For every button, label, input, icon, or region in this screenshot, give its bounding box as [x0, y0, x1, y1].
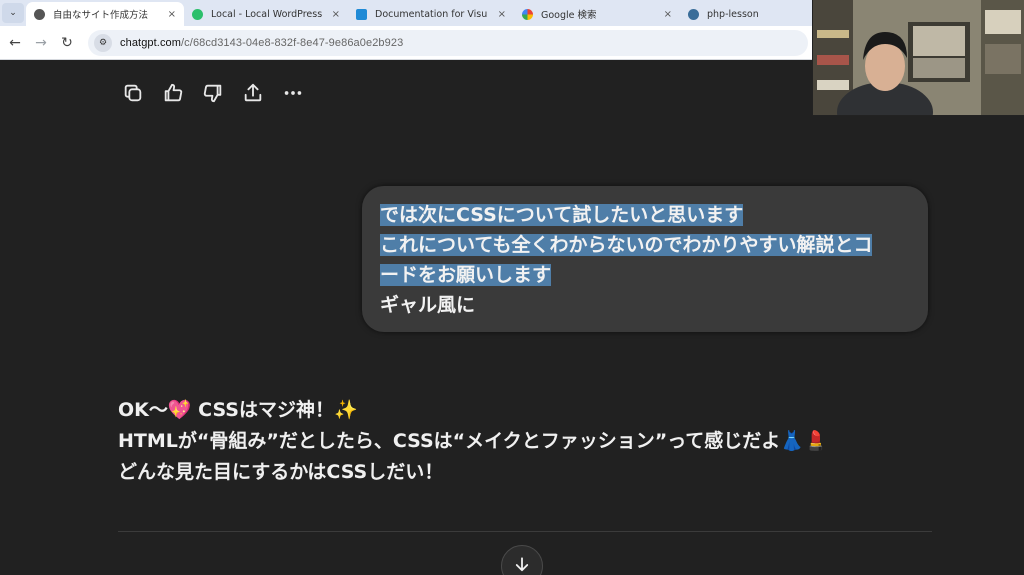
gear-favicon-icon: [34, 8, 45, 20]
share-icon: [244, 83, 262, 102]
copy-icon: [124, 84, 142, 102]
tab-label: 自由なサイト作成方法: [53, 10, 149, 21]
close-icon[interactable]: ×: [664, 9, 672, 20]
message-actions: [118, 80, 308, 106]
site-info-icon[interactable]: ⚙: [94, 33, 112, 52]
user-message-bubble: では次にCSSについて試したいと思います これについても全くわからないのでわかり…: [362, 186, 928, 332]
screen: { "browser": { "tabs": [ {"label": "自由なサ…: [0, 0, 1024, 575]
scroll-to-bottom-button[interactable]: [501, 545, 543, 575]
webcam-overlay: [812, 0, 1024, 116]
assistant-message-line: HTMLが“骨組み”だとしたら、CSSは“メイクとファッション”って感じだよ👗💄: [118, 430, 828, 452]
tab-2[interactable]: Local - Local WordPress ×: [184, 2, 348, 26]
arrow-right-icon: →: [35, 34, 47, 51]
assistant-message: OK〜💖 CSSはマジ神！✨ HTMLが“骨組み”だとしたら、CSSは“メイクと…: [118, 395, 828, 488]
close-icon[interactable]: ×: [332, 9, 340, 20]
divider: [118, 531, 932, 532]
assistant-message-line: OK〜💖 CSSはマジ神！✨: [118, 399, 358, 421]
back-button[interactable]: ←: [4, 32, 26, 54]
arrow-down-icon: [515, 557, 529, 572]
thumbs-down-button[interactable]: [198, 80, 228, 106]
tab-3[interactable]: Documentation for Visu ×: [348, 2, 514, 26]
close-icon[interactable]: ×: [168, 9, 176, 20]
local-favicon-icon: [192, 8, 203, 20]
thumbs-up-button[interactable]: [158, 80, 188, 106]
forward-button[interactable]: →: [30, 32, 52, 54]
reload-button[interactable]: ↻: [56, 32, 78, 54]
thumbs-down-icon: [203, 84, 222, 103]
url-path: /c/68cd3143-04e8-832f-8e47-9e86a0e2b923: [181, 36, 404, 49]
share-button[interactable]: [238, 80, 268, 106]
user-message-line: ードをお願いします: [380, 260, 910, 290]
user-message-line: これについても全くわからないのでわかりやすい解説とコ: [380, 230, 910, 260]
tab-label: Google 検索: [541, 10, 597, 21]
webcam-video-image: [813, 0, 1024, 115]
user-message-line: では次にCSSについて試したいと思います: [380, 200, 910, 230]
url-host: chatgpt.com: [120, 36, 182, 49]
tab-label: php-lesson: [707, 8, 759, 20]
reload-icon: ↻: [61, 34, 73, 51]
tab-search-button[interactable]: ⌄: [2, 3, 24, 23]
tab-label: Documentation for Visu: [375, 8, 488, 20]
vscode-favicon-icon: [356, 8, 367, 20]
tab-4[interactable]: Google 検索 ×: [514, 2, 680, 26]
selected-text: では次にCSSについて試したいと思います: [380, 204, 744, 226]
tab-5[interactable]: php-lesson: [680, 2, 800, 26]
selected-text: これについても全くわからないのでわかりやすい解説とコ: [380, 234, 873, 256]
thumbs-up-icon: [164, 83, 183, 102]
wordpress-favicon-icon: [688, 8, 699, 20]
more-button[interactable]: [278, 80, 308, 106]
google-favicon-icon: [522, 8, 533, 20]
tab-1[interactable]: 自由なサイト作成方法 ×: [26, 2, 184, 26]
more-icon: [284, 91, 302, 95]
url-text: chatgpt.com/c/68cd3143-04e8-832f-8e47-9e…: [120, 37, 403, 49]
copy-button[interactable]: [118, 80, 148, 106]
arrow-left-icon: ←: [9, 34, 21, 51]
close-icon[interactable]: ×: [498, 9, 506, 20]
chevron-down-icon: ⌄: [9, 8, 17, 18]
user-message-line: ギャル風に: [380, 294, 476, 316]
selected-text: ードをお願いします: [380, 264, 552, 286]
tab-label: Local - Local WordPress: [211, 8, 323, 20]
assistant-message-line: どんな見た目にするかはCSSしだい！: [118, 461, 444, 483]
address-bar[interactable]: ⚙ chatgpt.com/c/68cd3143-04e8-832f-8e47-…: [88, 29, 808, 56]
